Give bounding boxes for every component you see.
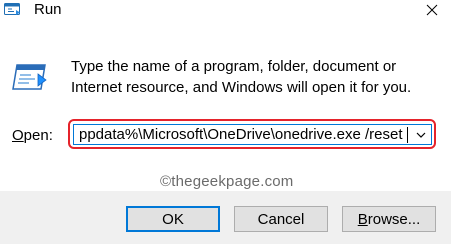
- watermark: ©thegeekpage.com: [160, 173, 294, 190]
- ok-button[interactable]: OK: [126, 206, 220, 232]
- open-label-text: pen:: [23, 127, 53, 144]
- dialog-body: [0, 20, 451, 191]
- browse-button[interactable]: Browse...: [342, 206, 436, 232]
- close-icon[interactable]: [420, 0, 444, 20]
- open-combobox[interactable]: ppdata%\Microsoft\OneDrive\onedrive.exe …: [73, 124, 432, 145]
- open-label-accelerator: O: [12, 127, 24, 144]
- dialog-description: Type the name of a program, folder, docu…: [71, 58, 412, 96]
- open-label: Open:: [12, 127, 53, 145]
- window-title: Run: [34, 1, 62, 18]
- browse-label: rowse...: [367, 210, 421, 228]
- chevron-down-icon[interactable]: [413, 128, 429, 142]
- text-caret: [407, 127, 408, 143]
- title-bar: Run: [0, 0, 451, 20]
- browse-accelerator: B: [357, 210, 368, 228]
- run-program-icon: [11, 61, 51, 93]
- cancel-button[interactable]: Cancel: [234, 206, 328, 232]
- run-app-icon: [4, 2, 22, 16]
- open-input-value[interactable]: ppdata%\Microsoft\OneDrive\onedrive.exe …: [79, 126, 409, 144]
